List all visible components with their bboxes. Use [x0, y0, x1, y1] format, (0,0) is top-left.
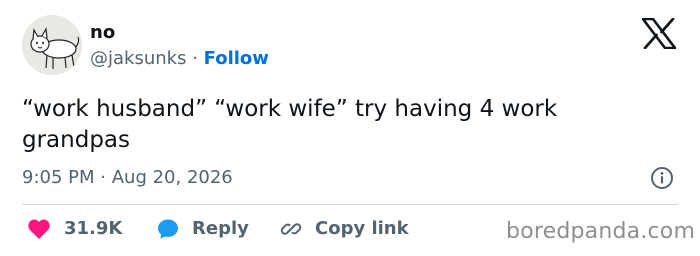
- cat-drawing-icon: [22, 15, 82, 75]
- tweet-text: “work husband” “work wife” try having 4 …: [22, 94, 662, 156]
- copy-link-button[interactable]: Copy link: [279, 217, 409, 241]
- tweet-date: Aug 20, 2026: [111, 167, 233, 188]
- reply-label: Reply: [192, 218, 249, 239]
- speech-bubble-icon: [158, 219, 178, 239]
- likes-count: 31.9K: [64, 218, 123, 239]
- tweet-text-line: grandpas: [22, 127, 131, 153]
- reply-button[interactable]: Reply: [156, 217, 249, 241]
- avatar[interactable]: [22, 15, 82, 75]
- like-button[interactable]: 31.9K: [27, 217, 122, 241]
- x-logo-icon[interactable]: [641, 17, 677, 50]
- follow-button[interactable]: Follow: [204, 48, 269, 69]
- timestamp[interactable]: 9:05 PM · Aug 20, 2026: [22, 167, 233, 189]
- copy-link-label: Copy link: [315, 218, 409, 239]
- divider: [22, 204, 678, 205]
- handle-separator: ·: [192, 48, 198, 69]
- tweet-time: 9:05 PM: [22, 167, 95, 188]
- display-name[interactable]: no: [90, 22, 115, 44]
- user-handle[interactable]: @jaksunks: [90, 48, 186, 69]
- timestamp-separator: ·: [100, 167, 106, 188]
- info-icon[interactable]: [650, 166, 674, 190]
- heart-icon: [28, 219, 50, 239]
- link-icon: [280, 223, 302, 235]
- tweet-text-line: “work husband” “work wife” try having 4 …: [22, 96, 558, 122]
- watermark: boredpanda.com: [506, 219, 696, 244]
- handle-row: @jaksunks · Follow: [90, 48, 269, 70]
